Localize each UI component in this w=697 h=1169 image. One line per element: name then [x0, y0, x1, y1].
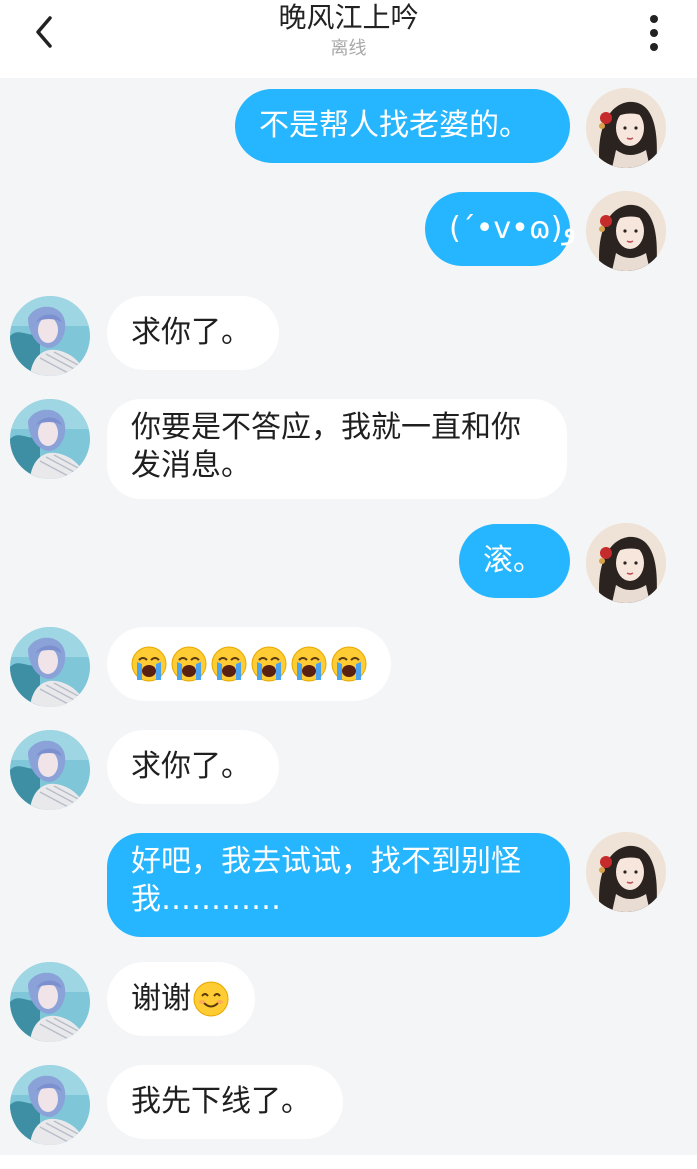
message-text-line: 我………… [131, 882, 281, 917]
contact-avatar[interactable] [10, 399, 90, 479]
message-bubble[interactable]: 我先下线了。 [107, 1065, 343, 1139]
message-bubble[interactable]: 求你了。 [107, 296, 279, 370]
contact-avatar[interactable] [10, 296, 90, 376]
message-text: 我先下线了。 [131, 1084, 311, 1119]
message-bubble[interactable]: 谢谢 [107, 962, 255, 1036]
loudly-crying-face-icon [211, 646, 247, 682]
my-avatar[interactable] [586, 88, 666, 168]
more-options-button[interactable] [632, 8, 676, 58]
message-text-line: 你要是不答应，我就一直和你 [131, 410, 521, 445]
my-avatar[interactable] [586, 191, 666, 271]
message-bubble[interactable]: 你要是不答应，我就一直和你 发消息。 [107, 399, 567, 499]
contact-avatar[interactable] [10, 730, 90, 810]
message-bubble[interactable] [107, 627, 391, 701]
message-bubble[interactable]: 好吧，我去试试，找不到别怪 我………… [107, 833, 570, 937]
message-text: 求你了。 [131, 315, 251, 350]
loudly-crying-face-icon [251, 646, 287, 682]
chat-header: 晚风江上吟 离线 [0, 0, 697, 78]
loudly-crying-face-icon [291, 646, 327, 682]
message-text-line: 好吧，我去试试，找不到别怪 [131, 844, 521, 879]
message-text: 滚。 [483, 543, 543, 578]
contact-avatar[interactable] [10, 1065, 90, 1145]
loudly-crying-face-icon [131, 646, 167, 682]
message-text: 求你了。 [131, 749, 251, 784]
loudly-crying-face-icon [331, 646, 367, 682]
message-bubble[interactable]: 不是帮人找老婆的。 [235, 89, 570, 163]
bottom-bar [0, 1155, 697, 1169]
emoji-row [131, 646, 367, 682]
contact-avatar[interactable] [10, 962, 90, 1042]
message-text: (´•ᴠ•ɷ)و [449, 211, 577, 246]
message-text: 谢谢 [131, 981, 191, 1016]
chat-title: 晚风江上吟 [278, 1, 419, 34]
my-avatar[interactable] [586, 832, 666, 912]
smiling-face-icon [193, 981, 229, 1017]
message-text-line: 发消息。 [131, 448, 251, 483]
message-bubble[interactable]: 滚。 [459, 524, 570, 598]
message-bubble[interactable]: 求你了。 [107, 730, 279, 804]
message-text: 不是帮人找老婆的。 [259, 108, 529, 143]
online-status: 离线 [330, 38, 367, 59]
more-dots-icon [650, 15, 658, 23]
my-avatar[interactable] [586, 523, 666, 603]
loudly-crying-face-icon [171, 646, 207, 682]
message-bubble[interactable]: (´•ᴠ•ɷ)و [425, 192, 577, 266]
contact-avatar[interactable] [10, 627, 90, 707]
